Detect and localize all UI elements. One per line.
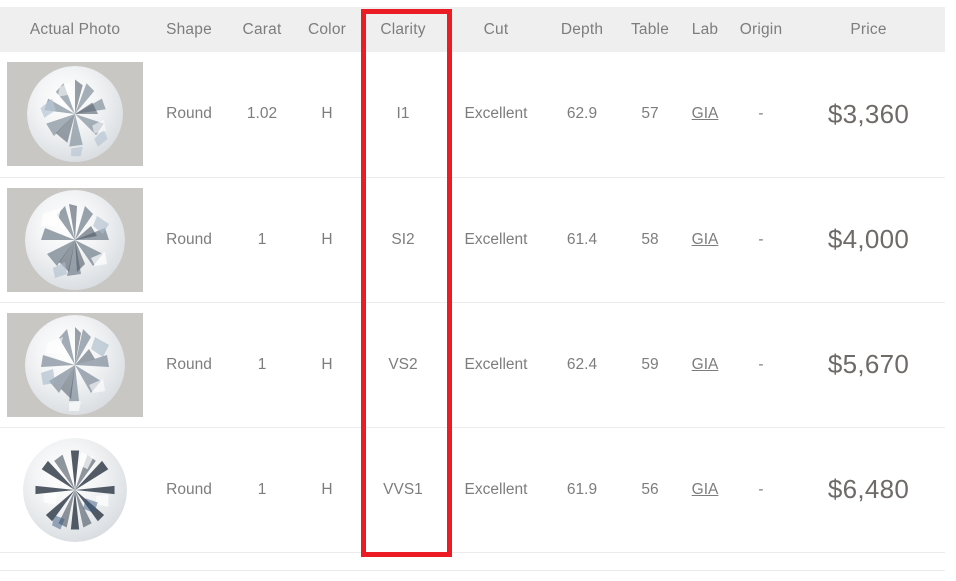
cell-shape: Round [166, 480, 212, 498]
table-row[interactable]: Round 1 H SI2 Excellent 61.4 58 GIA - $4… [0, 177, 945, 302]
cell-table: 59 [641, 355, 659, 373]
cell-lab[interactable]: GIA [680, 427, 730, 552]
column-header-color[interactable]: Color [296, 7, 358, 52]
cell-clarity: VVS1 [383, 480, 423, 498]
cell-lab[interactable]: GIA [680, 302, 730, 427]
diamond-photo[interactable] [7, 62, 143, 167]
cell-depth: 62.4 [566, 355, 598, 373]
cell-carat: 1 [257, 480, 267, 498]
cell-carat: 1.02 [246, 105, 278, 123]
table-row[interactable]: Round 1.02 H I1 Excellent 62.9 57 GIA - … [0, 52, 945, 177]
cell-lab[interactable]: GIA [680, 177, 730, 302]
table-header-row: Actual Photo Shape Carat Color Clarity C… [0, 7, 945, 52]
diamond-photo-cell[interactable] [0, 52, 150, 177]
cell-cut: Excellent [464, 480, 528, 498]
round-brilliant-diamond-icon [27, 66, 123, 163]
cell-shape: Round [166, 355, 212, 373]
column-header-carat[interactable]: Carat [228, 7, 296, 52]
diamond-photo-cell[interactable] [0, 302, 150, 427]
table-header: Actual Photo Shape Carat Color Clarity C… [0, 7, 945, 52]
cell-cut: Excellent [464, 355, 528, 373]
cell-table: 56 [641, 480, 659, 498]
cell-color: H [321, 230, 333, 248]
table-bottom-divider [0, 570, 945, 571]
lab-report-link[interactable]: GIA [692, 105, 719, 122]
cell-price: $4,000 [827, 224, 910, 254]
lab-report-link[interactable]: GIA [692, 481, 719, 498]
round-brilliant-diamond-icon [23, 437, 127, 542]
cell-depth: 62.9 [566, 105, 598, 123]
column-header-price[interactable]: Price [792, 7, 945, 52]
lab-report-link[interactable]: GIA [692, 356, 719, 373]
cell-price: $3,360 [827, 98, 910, 129]
column-header-table[interactable]: Table [620, 7, 680, 52]
cell-depth: 61.9 [566, 480, 598, 498]
diamond-photo[interactable] [7, 312, 143, 417]
cell-color: H [321, 105, 333, 123]
cell-shape: Round [166, 105, 212, 123]
cell-clarity: I1 [396, 105, 410, 123]
column-header-photo[interactable]: Actual Photo [0, 7, 150, 52]
cell-cut: Excellent [464, 230, 528, 248]
diamond-comparison-table-container: Actual Photo Shape Carat Color Clarity C… [0, 7, 956, 581]
column-header-lab[interactable]: Lab [680, 7, 730, 52]
cell-color: H [321, 480, 333, 498]
table-row[interactable]: Round 1 H VVS1 Excellent 61.9 56 GIA - $… [0, 427, 945, 552]
round-brilliant-diamond-icon [25, 189, 125, 290]
column-header-shape[interactable]: Shape [150, 7, 228, 52]
cell-clarity: VS2 [388, 355, 418, 373]
cell-table: 57 [641, 105, 659, 123]
cell-table: 58 [641, 230, 659, 248]
table-row[interactable]: Round 1 H VS2 Excellent 62.4 59 GIA - $5… [0, 302, 945, 427]
cell-carat: 1 [257, 355, 267, 373]
cell-cut: Excellent [464, 105, 528, 123]
cell-origin: - [758, 230, 764, 248]
diamond-photo-cell[interactable] [0, 177, 150, 302]
cell-price: $5,670 [827, 349, 910, 379]
cell-origin: - [758, 480, 764, 498]
cell-clarity: SI2 [391, 230, 415, 248]
cell-depth: 61.4 [566, 230, 598, 248]
lab-report-link[interactable]: GIA [692, 231, 719, 248]
cell-origin: - [758, 105, 764, 123]
cell-carat: 1 [257, 230, 267, 248]
round-brilliant-diamond-icon [25, 314, 125, 415]
diamond-photo-cell[interactable] [0, 427, 150, 552]
cell-color: H [321, 355, 333, 373]
cell-shape: Round [166, 230, 212, 248]
column-header-depth[interactable]: Depth [544, 7, 620, 52]
column-header-origin[interactable]: Origin [730, 7, 792, 52]
table-body: Round 1.02 H I1 Excellent 62.9 57 GIA - … [0, 52, 945, 552]
column-header-clarity[interactable]: Clarity [358, 7, 448, 52]
diamond-photo[interactable] [7, 187, 143, 292]
cell-price: $6,480 [827, 474, 910, 504]
cell-origin: - [758, 355, 764, 373]
column-header-cut[interactable]: Cut [448, 7, 544, 52]
diamond-comparison-table: Actual Photo Shape Carat Color Clarity C… [0, 7, 945, 553]
diamond-photo[interactable] [7, 437, 143, 542]
cell-lab[interactable]: GIA [680, 52, 730, 177]
